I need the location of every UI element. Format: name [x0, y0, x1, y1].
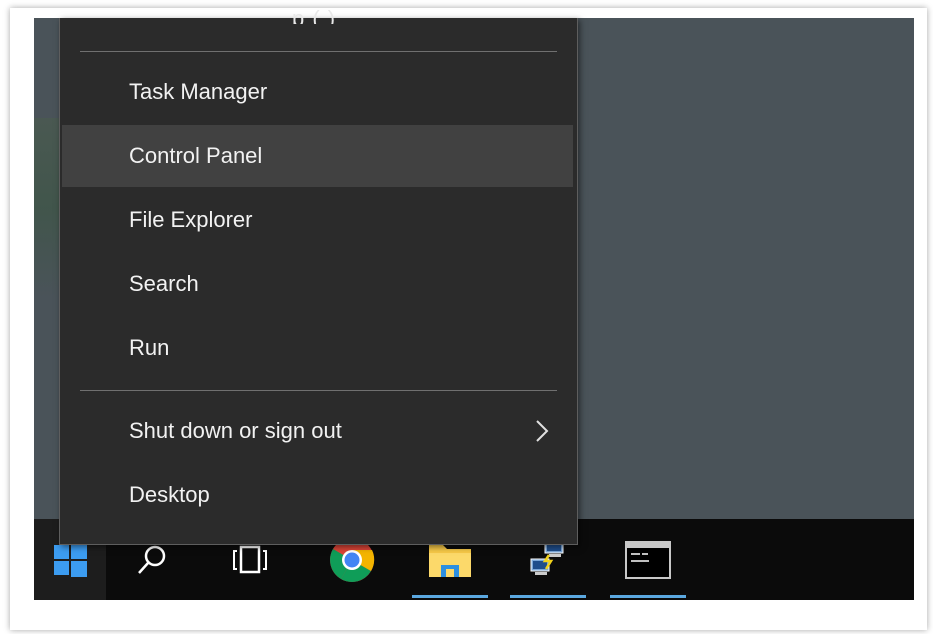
- menu-item-search[interactable]: Search: [62, 253, 573, 315]
- menu-item-control-panel[interactable]: Control Panel: [62, 125, 573, 187]
- active-indicator: [610, 595, 686, 598]
- menu-item-label: Run: [129, 335, 170, 360]
- windows-logo-icon: [54, 542, 87, 577]
- menu-item-label: Desktop: [129, 482, 210, 507]
- active-indicator: [412, 595, 488, 598]
- menu-separator: [80, 390, 557, 391]
- active-indicator: [510, 595, 586, 598]
- menu-separator: [80, 51, 557, 52]
- menu-item-desktop[interactable]: Desktop: [62, 464, 573, 526]
- command-prompt-taskbar-button[interactable]: [606, 519, 690, 600]
- menu-item-run[interactable]: Run: [62, 317, 573, 379]
- menu-item-file-explorer[interactable]: File Explorer: [62, 189, 573, 251]
- desktop-window-edge: [34, 118, 60, 298]
- search-icon: [138, 545, 166, 574]
- command-prompt-icon: [625, 540, 671, 579]
- power-user-context-menu: p ( ) Task Manager Control Panel File Ex…: [59, 6, 578, 545]
- menu-item-label: Task Manager: [129, 79, 268, 104]
- chevron-right-icon: [536, 420, 549, 442]
- menu-item-label: Control Panel: [129, 143, 263, 168]
- menu-item-task-manager[interactable]: Task Manager: [62, 61, 573, 123]
- menu-item-partial-label: p ( ): [292, 6, 337, 24]
- task-view-icon: [233, 545, 267, 573]
- menu-item-label: File Explorer: [129, 207, 253, 232]
- menu-item-label: Search: [129, 271, 199, 296]
- menu-item-shut-down-or-sign-out[interactable]: Shut down or sign out: [62, 400, 573, 462]
- menu-item-label: Shut down or sign out: [129, 418, 342, 443]
